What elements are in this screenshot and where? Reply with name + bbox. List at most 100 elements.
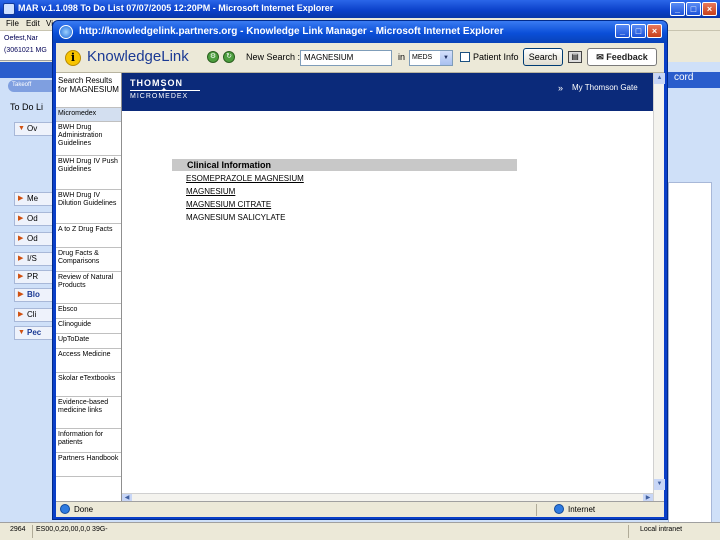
patient-name: Oefest,Nar bbox=[4, 35, 38, 42]
sidebar-item-bwh-push[interactable]: BWH Drug IV Push Guidelines bbox=[56, 156, 121, 190]
patient-mrn: (3061021 MG bbox=[4, 47, 47, 54]
search-button[interactable]: Search bbox=[523, 48, 563, 66]
outer-title-bar: MAR v.1.1.098 To Do List 07/07/2005 12:2… bbox=[0, 0, 720, 18]
close-icon[interactable]: × bbox=[702, 2, 717, 16]
chevron-right-icon: ▶ bbox=[18, 195, 24, 202]
knowledge-link-toolbar: i KnowledgeLink ⚙ ↻ New Search : MAGNESI… bbox=[56, 43, 664, 73]
search-input[interactable]: MAGNESIUM bbox=[300, 50, 392, 66]
results-header: Search Results for MAGNESIUM bbox=[56, 73, 121, 108]
sidebar-item-drug-facts[interactable]: Drug Facts & Comparisons bbox=[56, 248, 121, 272]
status-zone: Local intranet bbox=[640, 526, 683, 533]
in-label: in bbox=[398, 52, 406, 62]
scroll-down-icon[interactable]: ▼ bbox=[654, 479, 665, 490]
vertical-scrollbar[interactable]: ▲ ▼ bbox=[653, 73, 665, 501]
settings-icon[interactable]: ⚙ bbox=[207, 51, 219, 63]
sidebar-item-bwh-admin[interactable]: BWH Drug Administration Guidelines bbox=[56, 122, 121, 156]
accordion-row[interactable]: ▶ Blo bbox=[14, 288, 56, 302]
scroll-up-icon[interactable]: ▲ bbox=[654, 73, 665, 84]
ie-app-icon bbox=[3, 3, 15, 15]
new-search-label: New Search : bbox=[246, 52, 301, 62]
patient-info-checkbox[interactable] bbox=[460, 52, 470, 62]
sidebar-item-skolar[interactable]: Skolar eTextbooks bbox=[56, 373, 121, 397]
accordion-row[interactable]: ▼ Ov bbox=[14, 122, 56, 136]
accordion-row[interactable]: ▼ Pec bbox=[14, 326, 56, 340]
feedback-button[interactable]: ✉ Feedback bbox=[587, 48, 657, 66]
sidebar-item-ebsco[interactable]: Ebsco bbox=[56, 304, 121, 319]
status-divider bbox=[536, 504, 537, 516]
minimize-icon[interactable]: _ bbox=[670, 2, 685, 16]
sidebar-item-ebm-links[interactable]: Evidence-based medicine links bbox=[56, 397, 121, 429]
chevron-right-icon: ▶ bbox=[18, 215, 24, 222]
chevron-down-icon: ▼ bbox=[440, 51, 452, 65]
sidebar-item-micromedex[interactable]: Micromedex bbox=[56, 108, 121, 122]
accordion-row[interactable]: ▶ Od bbox=[14, 212, 56, 226]
patient-info-label: Patient Info bbox=[473, 52, 519, 62]
knowledge-link-logo: KnowledgeLink bbox=[87, 48, 189, 65]
status-text: Done bbox=[74, 505, 94, 514]
accordion-row[interactable]: ▶ I/S bbox=[14, 252, 56, 266]
popup-window-title: http://knowledgelink.partners.org - Know… bbox=[79, 26, 504, 37]
thomson-logo: THOMSON bbox=[130, 78, 183, 88]
popup-title-bar[interactable]: http://knowledgelink.partners.org - Know… bbox=[53, 21, 667, 43]
accordion-row[interactable]: ▶ Cli bbox=[14, 308, 56, 322]
accordion-row[interactable]: ▶ Me bbox=[14, 192, 56, 206]
outer-status-bar: 2964 ES00,0,20,00,0,0 39G- Local intrane… bbox=[0, 522, 720, 540]
accordion-row[interactable]: ▶ PR bbox=[14, 270, 56, 284]
sidebar-item-natural-products[interactable]: Review of Natural Products bbox=[56, 272, 121, 304]
maximize-icon[interactable]: □ bbox=[686, 2, 701, 16]
minimize-icon[interactable]: _ bbox=[615, 24, 630, 38]
status-count: 2964 bbox=[10, 526, 26, 533]
outer-right-panel: cord bbox=[668, 62, 720, 540]
patient-banner: Oefest,Nar (3061021 MG bbox=[0, 31, 55, 61]
record-header: cord bbox=[668, 72, 720, 88]
results-sidebar: Search Results for MAGNESIUM Micromedex … bbox=[56, 73, 122, 501]
database-select-value: MEDS bbox=[412, 54, 433, 61]
chevron-right-icon: ▶ bbox=[18, 273, 24, 280]
my-thomson-gateway-link[interactable]: My Thomson Gate bbox=[572, 83, 638, 92]
menu-edit[interactable]: Edit bbox=[26, 19, 40, 28]
chevron-right-icon: ▶ bbox=[18, 255, 24, 262]
chevron-right-icon: ▶ bbox=[18, 235, 24, 242]
feedback-label: Feedback bbox=[606, 52, 648, 62]
chevron-right-icon: ▶ bbox=[18, 311, 24, 318]
sidebar-item-uptodate[interactable]: UpToDate bbox=[56, 334, 121, 349]
sidebar-item-clinoguide[interactable]: Clinoguide bbox=[56, 319, 121, 334]
print-icon[interactable]: ▤ bbox=[568, 51, 582, 63]
ie-app-icon bbox=[59, 25, 73, 39]
maximize-icon[interactable]: □ bbox=[631, 24, 646, 38]
result-link[interactable]: ESOMEPRAZOLE MAGNESIUM bbox=[186, 174, 304, 183]
popup-client-area: i KnowledgeLink ⚙ ↻ New Search : MAGNESI… bbox=[56, 43, 665, 517]
chevron-right-icon: ▼ bbox=[18, 125, 25, 132]
accordion-row[interactable]: ▶ Od bbox=[14, 232, 56, 246]
micromedex-logo: MICROMEDEX bbox=[130, 93, 189, 100]
result-item[interactable]: MAGNESIUM SALICYLATE bbox=[186, 213, 285, 222]
chevron-right-icon: ▶ bbox=[18, 291, 24, 298]
takeoff-tab[interactable]: Takeoff bbox=[8, 80, 55, 92]
result-link[interactable]: MAGNESIUM bbox=[186, 187, 235, 196]
section-header: Clinical Information bbox=[172, 159, 517, 171]
micromedex-banner: THOMSON ✦ MICROMEDEX » My Thomson Gate bbox=[122, 73, 653, 111]
close-icon[interactable]: × bbox=[647, 24, 662, 38]
chevron-down-icon: ▼ bbox=[18, 329, 25, 336]
double-chevron-icon: » bbox=[558, 83, 564, 93]
record-pane bbox=[668, 182, 712, 540]
menu-file[interactable]: File bbox=[6, 19, 19, 28]
sidebar-item-patient-info[interactable]: Information for patients bbox=[56, 429, 121, 453]
sidebar-item-bwh-dilution[interactable]: BWH Drug IV Dilution Guidelines bbox=[56, 190, 121, 224]
status-code: ES00,0,20,00,0,0 39G- bbox=[36, 526, 108, 533]
micromedex-content: THOMSON ✦ MICROMEDEX » My Thomson Gate C… bbox=[122, 73, 653, 501]
sidebar-item-a-to-z[interactable]: A to Z Drug Facts bbox=[56, 224, 121, 248]
page-icon bbox=[60, 504, 70, 514]
mail-icon: ✉ bbox=[596, 52, 607, 62]
sidebar-item-access-medicine[interactable]: Access Medicine bbox=[56, 349, 121, 373]
results-heading: Search Results for MAGNESIUM bbox=[58, 76, 119, 94]
globe-icon bbox=[554, 504, 564, 514]
status-divider bbox=[32, 525, 33, 538]
refresh-icon[interactable]: ↻ bbox=[223, 51, 235, 63]
info-icon[interactable]: i bbox=[65, 50, 81, 66]
database-select[interactable]: MEDS ▼ bbox=[409, 50, 453, 66]
result-link[interactable]: MAGNESIUM CITRATE bbox=[186, 200, 271, 209]
sidebar-item-partners-handbook[interactable]: Partners Handbook bbox=[56, 453, 121, 477]
ie-status-bar: Done Internet bbox=[56, 501, 664, 517]
knowledge-link-window: http://knowledgelink.partners.org - Know… bbox=[52, 20, 668, 520]
